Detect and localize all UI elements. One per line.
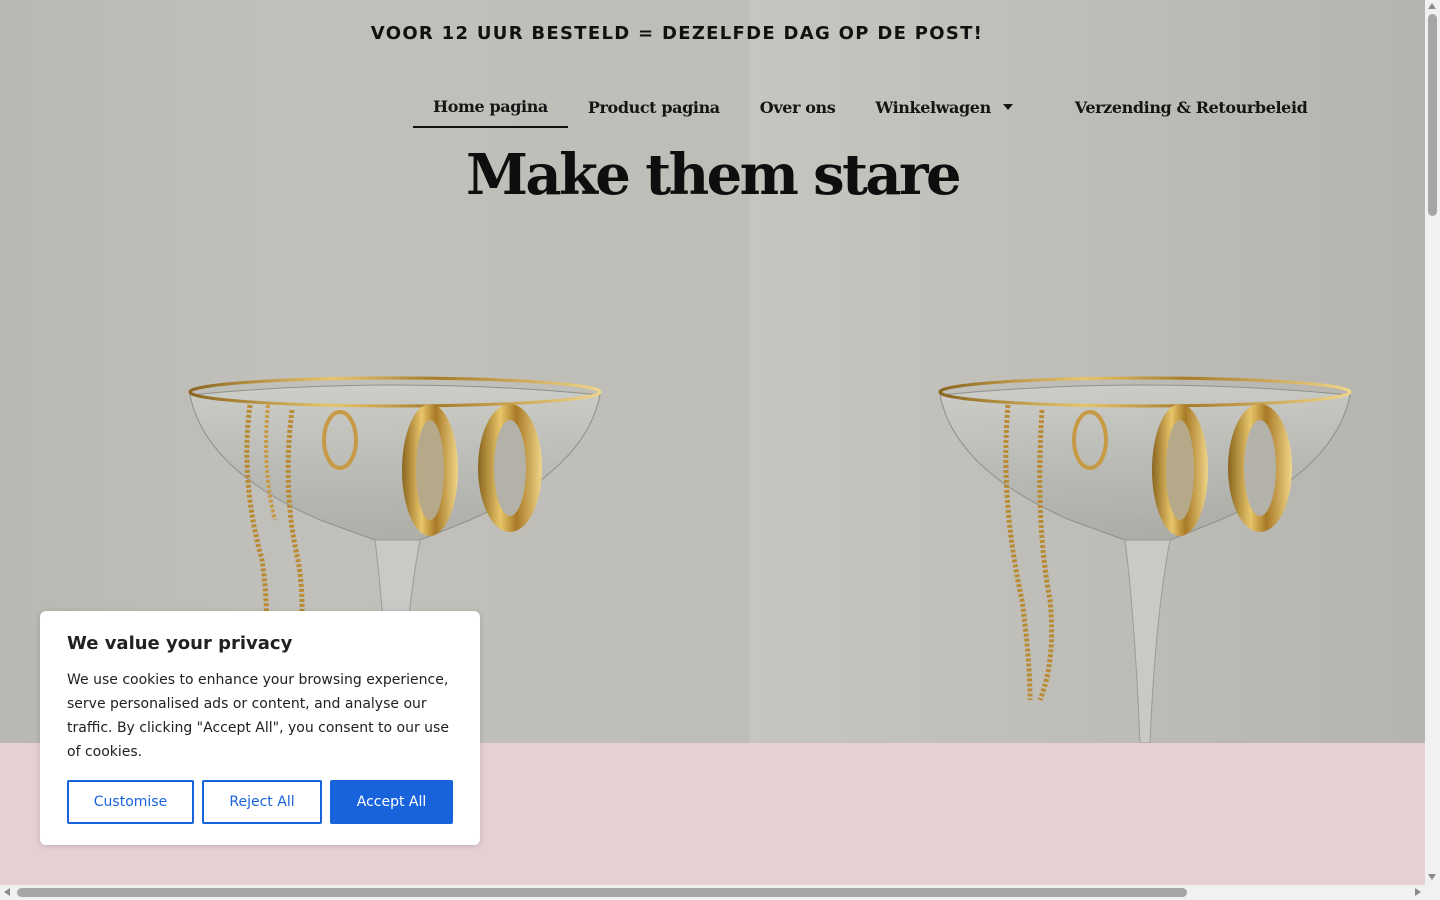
nav-about-label: Over ons bbox=[759, 97, 836, 117]
scroll-right-icon[interactable] bbox=[1415, 888, 1421, 896]
cookie-buttons: Customise Reject All Accept All bbox=[67, 780, 453, 824]
cookie-title: We value your privacy bbox=[67, 633, 293, 654]
cookie-text: We use cookies to enhance your browsing … bbox=[67, 672, 449, 760]
hero-title: Make them stare bbox=[466, 142, 962, 208]
nav-home[interactable]: Home pagina bbox=[413, 86, 568, 128]
nav-cart-label: Winkelwagen bbox=[875, 97, 991, 117]
reject-all-button[interactable]: Reject All bbox=[202, 780, 322, 824]
caret-down-icon[interactable] bbox=[1002, 104, 1013, 110]
scroll-up-icon[interactable] bbox=[1428, 3, 1436, 9]
nav-home-label: Home pagina bbox=[433, 96, 548, 116]
scroll-down-icon[interactable] bbox=[1428, 874, 1436, 880]
horizontal-scroll-thumb[interactable] bbox=[17, 888, 1187, 897]
scroll-left-icon[interactable] bbox=[4, 888, 10, 896]
main-nav: Home pagina Product pagina Over ons Wink… bbox=[413, 86, 1327, 128]
horizontal-scrollbar[interactable] bbox=[0, 885, 1425, 900]
accept-all-button[interactable]: Accept All bbox=[330, 780, 453, 824]
nav-shipping-label: Verzending & Retourbeleid bbox=[1074, 97, 1308, 117]
nav-product[interactable]: Product pagina bbox=[568, 86, 740, 128]
vertical-scroll-thumb[interactable] bbox=[1428, 14, 1437, 216]
nav-shipping[interactable]: Verzending & Retourbeleid bbox=[1055, 86, 1328, 128]
nav-about[interactable]: Over ons bbox=[740, 86, 856, 128]
customise-button[interactable]: Customise bbox=[67, 780, 194, 824]
scrollbar-corner bbox=[1425, 885, 1440, 900]
nav-product-label: Product pagina bbox=[587, 97, 720, 117]
vertical-scrollbar[interactable] bbox=[1425, 0, 1440, 885]
nav-cart[interactable]: Winkelwagen bbox=[855, 86, 1054, 128]
page: VOOR 12 UUR BESTELD = DEZELFDE DAG OP DE… bbox=[0, 0, 1425, 885]
announcement-bar: VOOR 12 UUR BESTELD = DEZELFDE DAG OP DE… bbox=[370, 23, 984, 44]
cookie-consent-dialog: We value your privacy We use cookies to … bbox=[40, 611, 480, 845]
